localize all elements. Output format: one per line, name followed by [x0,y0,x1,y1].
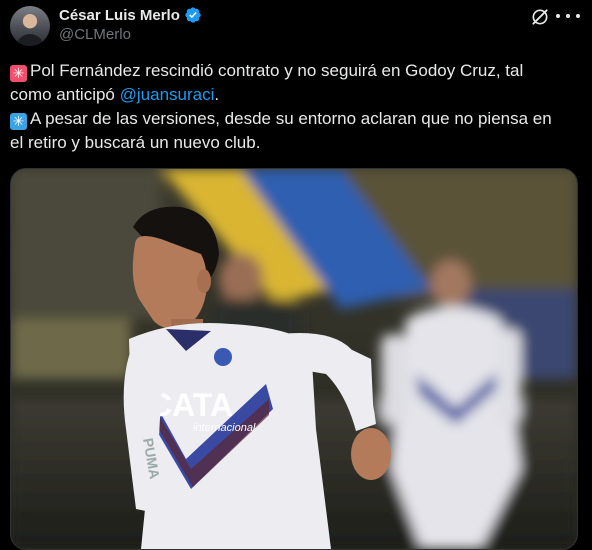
eight-spoked-asterisk-blue-emoji-icon: ✳ [10,113,27,130]
mention-link[interactable]: @juansuraci [120,85,215,104]
tweet-line-2-text: como anticipó [10,85,120,104]
tweet-text: ✳ Pol Fernández rescindió contrato y no s… [10,59,582,155]
eight-spoked-asterisk-red-emoji-icon: ✳ [10,65,27,82]
grok-icon[interactable] [530,7,550,27]
sponsor-sub-text: internacional [193,422,256,434]
tweet-line-4: el retiro y buscará un nuevo club. [10,131,582,155]
author-name-row: César Luis Merlo [59,6,202,24]
tweet-line-2: como anticipó @juansuraci. [10,83,582,107]
tweet-photo[interactable]: CATA internacional PUMA [10,168,578,550]
tweet-line-2-end: . [214,85,220,104]
more-icon[interactable] [556,6,580,26]
avatar[interactable] [10,6,50,46]
soccer-player-photo: CATA internacional PUMA [11,169,577,549]
tweet-line-4-text: el retiro y buscará un nuevo club. [10,133,261,152]
tweet-line-3: ✳ A pesar de las versiones, desde su ento… [10,107,582,131]
tweet-line-1-text: Pol Fernández rescindió contrato y no se… [30,61,524,80]
tweet-line-3-text: A pesar de las versiones, desde su entor… [30,109,552,128]
verified-badge-icon [185,7,201,23]
tweet-header: César Luis Merlo @CLMerlo [0,0,592,56]
author-handle[interactable]: @CLMerlo [59,26,131,43]
author-display-name[interactable]: César Luis Merlo [59,7,180,24]
tweet-line-1: ✳ Pol Fernández rescindió contrato y no s… [10,59,582,83]
